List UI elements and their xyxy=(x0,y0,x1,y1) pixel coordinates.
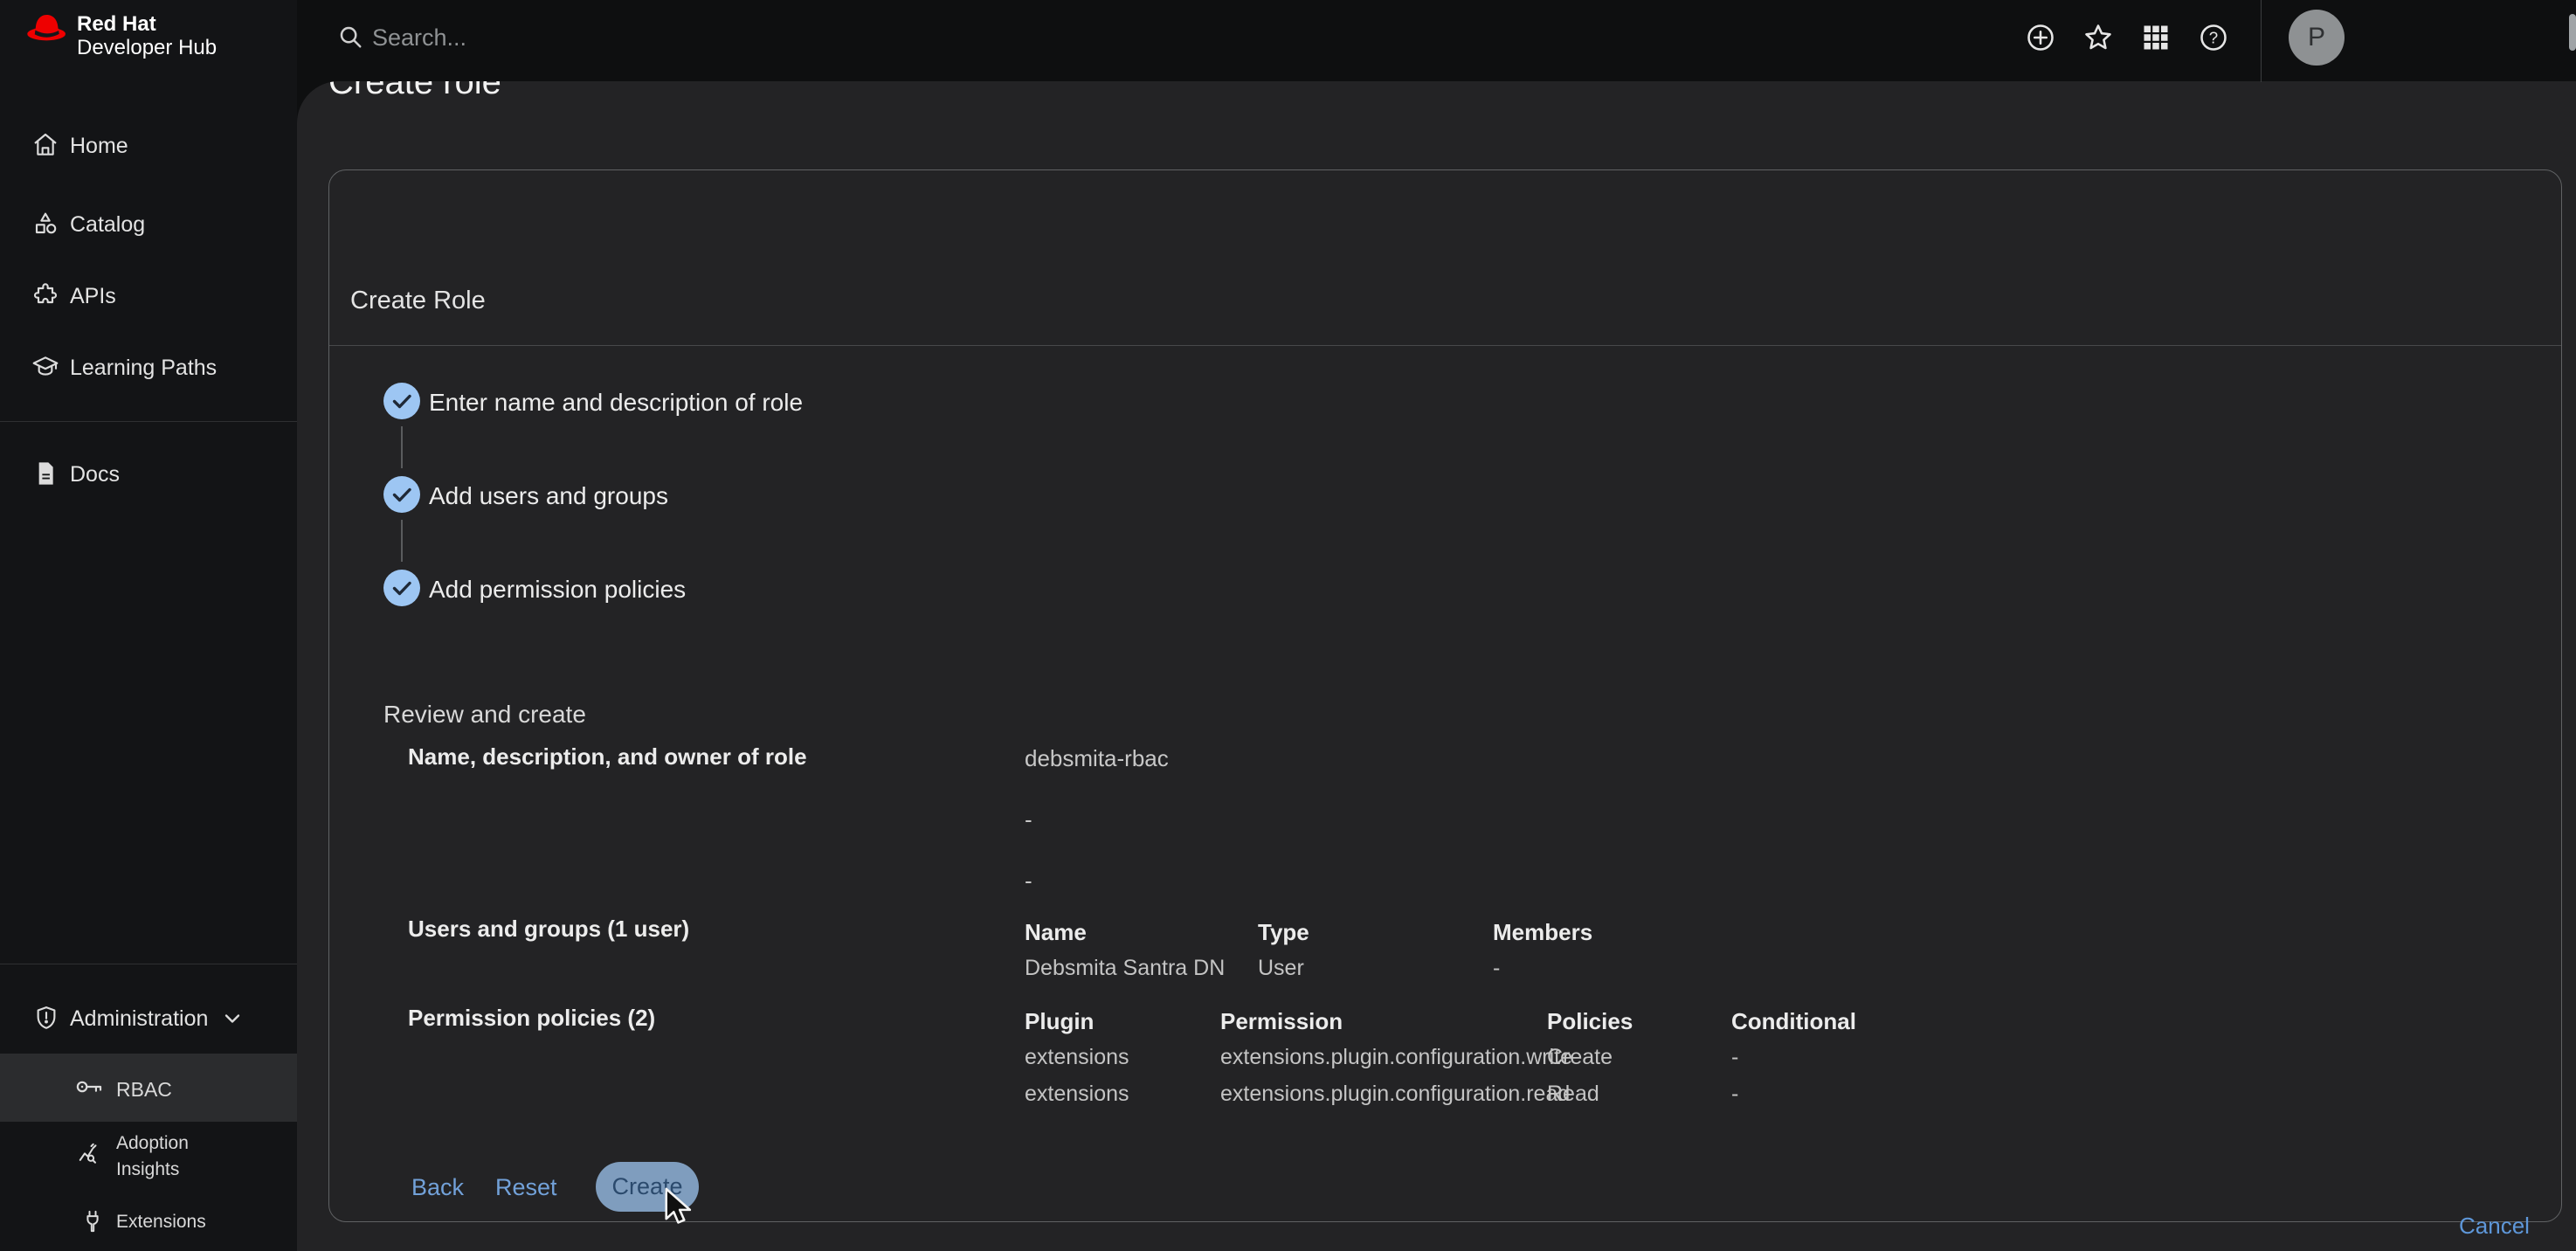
page-title: Create role xyxy=(328,81,501,102)
catalog-icon xyxy=(31,210,59,238)
docs-icon xyxy=(31,460,59,487)
app-window: Home Catalog APIs Learning Paths Docs xyxy=(0,0,2576,1251)
review-permissions-label: Permission policies (2) xyxy=(408,1006,655,1032)
sidebar-item-adoption-insights[interactable] xyxy=(77,1141,103,1167)
shield-icon xyxy=(33,1005,59,1031)
sidebar-item-catalog[interactable] xyxy=(31,210,59,238)
scrollbar-thumb[interactable] xyxy=(2569,14,2576,51)
add-icon[interactable] xyxy=(2025,22,2056,53)
star-icon[interactable] xyxy=(2082,22,2114,53)
perm-row1-policies: Create xyxy=(1547,1045,1613,1070)
step-3-label[interactable]: Add permission policies xyxy=(429,576,686,604)
sidebar-item-administration[interactable] xyxy=(33,1005,59,1031)
search-input[interactable]: Search... xyxy=(372,24,466,52)
sidebar-item-administration-label[interactable]: Administration xyxy=(70,1006,208,1032)
sidebar-item-rbac[interactable]: RBAC xyxy=(0,1054,297,1122)
sidebar-item-catalog-label[interactable]: Catalog xyxy=(70,212,145,238)
sidebar-item-learning-paths[interactable] xyxy=(31,353,59,381)
plug-icon xyxy=(80,1209,105,1234)
review-users-label: Users and groups (1 user) xyxy=(408,916,689,943)
home-icon xyxy=(31,131,59,159)
help-icon[interactable]: ? xyxy=(2198,22,2229,53)
sidebar-item-docs-label[interactable]: Docs xyxy=(70,462,120,487)
step-3-check-icon xyxy=(383,570,420,606)
step-1-check-icon xyxy=(383,383,420,419)
perm-col-conditional: Conditional xyxy=(1731,1009,1856,1035)
users-col-type: Type xyxy=(1258,920,1309,946)
sidebar-item-docs[interactable] xyxy=(31,460,59,487)
sidebar-item-extensions[interactable] xyxy=(80,1209,105,1234)
sidebar-item-home-label[interactable]: Home xyxy=(70,134,128,159)
perm-col-policies: Policies xyxy=(1547,1009,1633,1035)
avatar[interactable]: P xyxy=(2289,10,2345,66)
card-title: Create Role xyxy=(350,287,486,315)
mouse-cursor xyxy=(661,1186,696,1225)
perm-row2-plugin: extensions xyxy=(1025,1082,1129,1107)
step-2-check-icon xyxy=(383,476,420,513)
sidebar-item-rbac-label: RBAC xyxy=(116,1078,172,1101)
users-col-members: Members xyxy=(1493,920,1592,946)
perm-row1-plugin: extensions xyxy=(1025,1045,1129,1070)
key-icon xyxy=(74,1075,104,1098)
header-divider xyxy=(2261,0,2262,82)
users-row-type: User xyxy=(1258,956,1304,981)
sidebar-item-apis-label[interactable]: APIs xyxy=(70,284,116,309)
card-header-divider xyxy=(329,345,2561,346)
back-button[interactable]: Back xyxy=(411,1174,464,1201)
review-heading: Review and create xyxy=(383,701,586,729)
redhat-logo-icon[interactable] xyxy=(23,9,72,51)
review-role-name: debsmita-rbac xyxy=(1025,746,1169,772)
step-2-label[interactable]: Add users and groups xyxy=(429,482,668,510)
perm-col-permission: Permission xyxy=(1220,1009,1343,1035)
step-1-label[interactable]: Enter name and description of role xyxy=(429,389,803,417)
review-name-label: Name, description, and owner of role xyxy=(408,744,807,771)
step-connector xyxy=(401,520,403,562)
users-row-members: - xyxy=(1493,956,1500,981)
create-role-card: Create Role Enter name and description o… xyxy=(328,169,2562,1222)
perm-row2-permission: extensions.plugin.configuration.read xyxy=(1220,1082,1570,1107)
sidebar-divider xyxy=(0,421,297,422)
perm-col-plugin: Plugin xyxy=(1025,1009,1094,1035)
logo-text-line1: Red Hat xyxy=(77,12,156,36)
reset-button[interactable]: Reset xyxy=(495,1174,557,1201)
learning-paths-icon xyxy=(31,353,59,381)
sidebar-item-apis[interactable] xyxy=(31,281,59,309)
apps-grid-icon[interactable] xyxy=(2140,22,2172,53)
sidebar: Home Catalog APIs Learning Paths Docs xyxy=(0,0,297,1251)
search-icon xyxy=(337,24,363,50)
apis-icon xyxy=(31,281,59,309)
users-col-name: Name xyxy=(1025,920,1087,946)
perm-row1-permission: extensions.plugin.configuration.write xyxy=(1220,1045,1572,1070)
avatar-initial: P xyxy=(2308,23,2325,52)
perm-row2-conditional: - xyxy=(1731,1082,1738,1107)
review-role-description: - xyxy=(1025,807,1032,833)
perm-row1-conditional: - xyxy=(1731,1045,1738,1070)
step-connector xyxy=(401,426,403,468)
cancel-button[interactable]: Cancel xyxy=(2459,1213,2530,1240)
logo-text-line2: Developer Hub xyxy=(77,36,217,59)
main-content: Create role Create Role Enter name and d… xyxy=(297,81,2576,1251)
sidebar-item-home[interactable] xyxy=(31,131,59,159)
insights-icon xyxy=(77,1141,103,1167)
sidebar-item-extensions-label[interactable]: Extensions xyxy=(116,1212,206,1233)
perm-row2-policies: Read xyxy=(1547,1082,1599,1107)
svg-text:?: ? xyxy=(2209,28,2218,46)
sidebar-item-adoption-insights-label[interactable]: Adoption Insights xyxy=(116,1130,221,1183)
chevron-down-icon[interactable] xyxy=(220,1006,245,1031)
sidebar-item-learning-paths-label[interactable]: Learning Paths xyxy=(70,356,217,381)
review-role-owner: - xyxy=(1025,868,1032,895)
users-row-name: Debsmita Santra DN xyxy=(1025,956,1225,981)
